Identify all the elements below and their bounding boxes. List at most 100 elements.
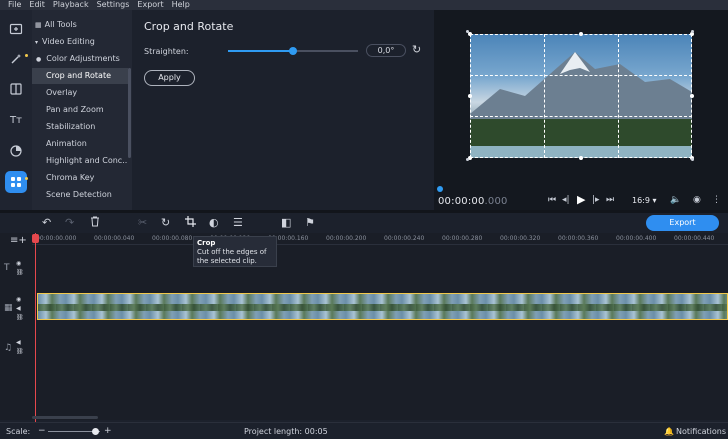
tools-item-animation[interactable]: Animation [32, 136, 128, 152]
tools-item-overlay[interactable]: Overlay [32, 85, 128, 101]
cut-icon[interactable]: ✂ [138, 216, 147, 229]
link-icon[interactable]: ⛓ [16, 269, 24, 276]
ruler-tick-label: 00:00:00.080 [152, 235, 193, 242]
add-track-icon[interactable]: ≡+ [10, 235, 27, 246]
crop-handle[interactable] [579, 156, 583, 160]
speaker-icon[interactable]: ◀ [16, 305, 21, 312]
scale-label: Scale: [6, 427, 31, 436]
crop-handle[interactable] [690, 94, 694, 98]
tools-item-highlight[interactable]: Highlight and Conc... [32, 153, 128, 169]
tooltip-description: Cut off the edges of the selected clip. [197, 248, 267, 265]
timeline: ≡+ 00:00:00.000 00:00:00.040 00:00:00.080 0… [0, 233, 728, 420]
play-icon[interactable]: ▶ [577, 193, 585, 206]
titles-icon[interactable]: Tт [5, 109, 27, 131]
tools-item-chroma-key[interactable]: Chroma Key [32, 170, 128, 186]
marker-flag-icon[interactable]: ⚑ [305, 216, 315, 229]
menu-edit[interactable]: Edit [29, 0, 45, 10]
ruler-tick-label: 00:00:00.200 [326, 235, 367, 242]
straighten-slider[interactable] [228, 47, 358, 55]
frame-corner-marker [691, 158, 694, 161]
straighten-slider-fill [228, 50, 293, 52]
tools-item-color-adjustments[interactable]: ● Color Adjustments [32, 51, 128, 67]
crop-icon[interactable] [185, 216, 196, 230]
menu-playback[interactable]: Playback [53, 0, 89, 10]
crop-handle[interactable] [468, 32, 472, 36]
frame-corner-marker [466, 30, 469, 33]
preview-player: 00:00:00.000 ⏮ ◂| ▶ |▸ ⏭ 16:9 ▾ 🔈 ◉ ⋮ [434, 10, 728, 210]
tools-item-crop-and-rotate[interactable]: Crop and Rotate [32, 68, 128, 84]
tools-item-video-editing[interactable]: ▾ Video Editing [32, 34, 128, 50]
crop-tooltip: Crop Cut off the edges of the selected c… [193, 236, 277, 267]
straighten-slider-handle[interactable] [289, 47, 297, 55]
more-options-icon[interactable]: ⋮ [712, 195, 721, 205]
zoom-in-icon[interactable]: + [104, 426, 112, 436]
rotate-icon[interactable]: ↻ [412, 43, 421, 56]
eye-icon[interactable]: ◉ [16, 260, 21, 267]
ruler-tick-label: 00:00:00.440 [674, 235, 715, 242]
playhead-handle[interactable] [32, 234, 39, 243]
clip-properties-icon[interactable]: ☰ [233, 216, 243, 229]
crop-handle[interactable] [579, 32, 583, 36]
apply-button[interactable]: Apply [144, 70, 195, 86]
aspect-ratio-select[interactable]: 16:9 ▾ [632, 196, 657, 205]
link-icon[interactable]: ⛓ [16, 348, 24, 355]
edit-toolbar: ↶ ↷ ✂ ↻ ◐ ☰ ◧ ⚑ Export [0, 213, 728, 233]
speaker-icon[interactable]: ◀ [16, 339, 21, 346]
transitions-icon[interactable] [5, 78, 27, 100]
undo-icon[interactable]: ↶ [42, 216, 51, 229]
step-back-icon[interactable]: ◂| [562, 195, 570, 205]
ruler-tick-label: 00:00:00.000 [36, 235, 77, 242]
tools-item-scene-detection[interactable]: Scene Detection [32, 187, 128, 203]
timecode-ms: .000 [484, 196, 508, 207]
video-track-icon: ▦ [4, 303, 13, 313]
tooltip-title: Crop [197, 239, 216, 247]
menu-file[interactable]: File [8, 0, 21, 10]
project-length: Project length: 00:05 [244, 427, 328, 436]
import-icon[interactable] [5, 18, 27, 40]
project-length-label: Project length: [244, 427, 303, 436]
scale-slider[interactable] [48, 428, 100, 435]
timeline-ruler[interactable]: 00:00:00.000 00:00:00.040 00:00:00.080 00:0… [32, 233, 728, 245]
volume-icon[interactable]: 🔈 [670, 195, 681, 205]
scale-slider-handle[interactable] [91, 428, 99, 435]
notifications-button[interactable]: 🔔 Notifications [664, 427, 726, 436]
ruler-tick-label: 00:00:00.280 [442, 235, 483, 242]
skip-end-icon[interactable]: ⏭ [606, 195, 614, 205]
link-icon[interactable]: ⛓ [16, 314, 24, 321]
magic-wand-icon[interactable] [5, 48, 27, 70]
skip-start-icon[interactable]: ⏮ [548, 195, 556, 205]
project-length-value: 00:05 [304, 427, 328, 436]
timeline-scrollbar[interactable] [32, 416, 98, 419]
color-adjust-icon[interactable]: ◐ [209, 216, 219, 229]
tools-item-stabilization[interactable]: Stabilization [32, 119, 128, 135]
eye-icon[interactable]: ◉ [16, 296, 21, 303]
zoom-out-icon[interactable]: − [38, 426, 46, 436]
video-clip[interactable] [37, 293, 728, 320]
tools-scrollbar[interactable] [128, 68, 131, 158]
more-tools-icon[interactable] [5, 171, 27, 193]
timecode-main: 00:00:00 [438, 196, 485, 207]
tools-item-all-tools[interactable]: ▦ All Tools [32, 17, 128, 33]
step-forward-icon[interactable]: |▸ [592, 195, 600, 205]
menu-settings[interactable]: Settings [97, 0, 130, 10]
delete-icon[interactable] [90, 216, 100, 230]
new-indicator-dot [25, 54, 28, 57]
straighten-value-field[interactable]: 0,0° [366, 44, 406, 57]
video-editor-window: File Edit Playback Settings Export Help … [0, 0, 728, 439]
rotate-clip-icon[interactable]: ↻ [161, 216, 170, 229]
menu-help[interactable]: Help [172, 0, 190, 10]
preview-scrubber-handle[interactable] [437, 186, 443, 192]
tools-item-pan-and-zoom[interactable]: Pan and Zoom [32, 102, 128, 118]
redo-icon[interactable]: ↷ [65, 216, 74, 229]
crop-frame[interactable] [470, 34, 692, 158]
clip-thumbnails [38, 304, 727, 311]
menu-export[interactable]: Export [137, 0, 163, 10]
crop-handle[interactable] [468, 94, 472, 98]
bell-icon: 🔔 [664, 427, 674, 436]
monitor-icon[interactable]: ◧ [281, 216, 291, 229]
export-button[interactable]: Export [646, 215, 719, 231]
ruler-tick-label: 00:00:00.400 [616, 235, 657, 242]
ruler-tick-label: 00:00:00.320 [500, 235, 541, 242]
snapshot-icon[interactable]: ◉ [693, 195, 701, 205]
stickers-icon[interactable] [5, 140, 27, 162]
